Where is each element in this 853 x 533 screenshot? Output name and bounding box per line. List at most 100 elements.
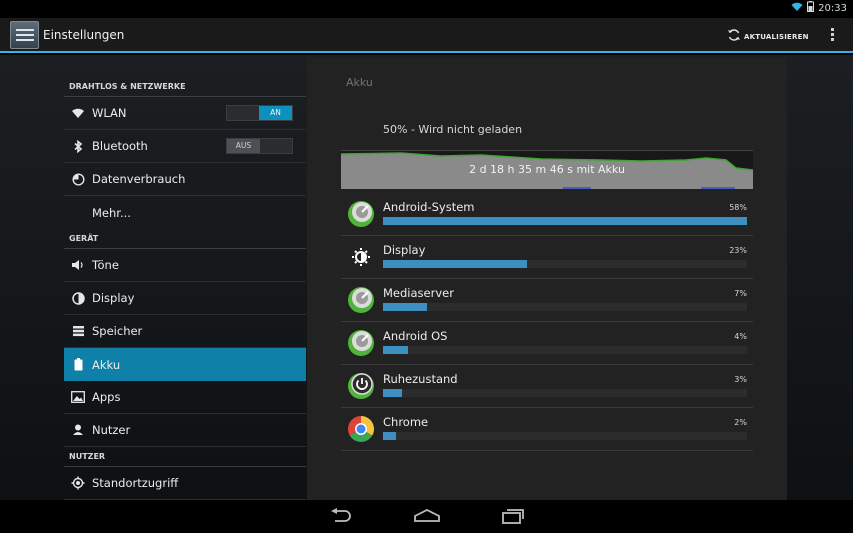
section-header-device: GERÄT (64, 227, 306, 249)
usage-bar-track (383, 346, 747, 354)
battery-history-graph[interactable]: 2 d 18 h 35 m 46 s mit Akku (341, 150, 753, 189)
usage-row-mediaserver[interactable]: Mediaserver 7% (341, 279, 753, 322)
usage-bar-track (383, 217, 747, 225)
nav-label-mehr: Mehr... (92, 205, 131, 220)
usage-name: Mediaserver (383, 286, 454, 300)
nav-item-display[interactable]: Display (64, 282, 306, 315)
nav-label-standortzugriff: Standortzugriff (92, 476, 179, 490)
usage-row-chrome[interactable]: Chrome 2% (341, 408, 753, 451)
brightness-icon (347, 243, 375, 271)
nav-item-nutzer[interactable]: Nutzer (64, 414, 306, 447)
usage-percent: 7% (734, 289, 747, 298)
nav-label-apps: Apps (92, 390, 121, 404)
usage-percent: 3% (734, 375, 747, 384)
usage-name: Android-System (383, 200, 475, 214)
wlan-toggle-state: AN (259, 106, 292, 120)
nav-item-datenverbrauch[interactable]: Datenverbrauch (64, 163, 306, 196)
usage-name: Display (383, 243, 426, 257)
refresh-button[interactable]: AKTUALISIEREN (727, 27, 809, 46)
back-icon (331, 508, 351, 522)
usage-bar-fill (383, 260, 528, 268)
usage-bar-track (383, 432, 747, 440)
usage-name: Chrome (383, 415, 429, 429)
clock: 20:33 (818, 2, 847, 14)
recent-apps-icon (502, 509, 524, 524)
power-icon (347, 372, 375, 400)
bluetooth-icon (64, 139, 92, 153)
brightness-icon (64, 291, 92, 305)
status-indicators: 20:33 (791, 1, 847, 15)
nav-label-speicher: Speicher (92, 324, 143, 338)
battery-status-icon (807, 1, 815, 15)
nav-label-nutzer: Nutzer (92, 423, 131, 437)
usage-name: Ruhezustand (383, 372, 458, 386)
usage-name: Android OS (383, 329, 448, 343)
chrome-icon (347, 415, 375, 443)
bluetooth-toggle[interactable]: AUS (226, 138, 293, 154)
settings-nav: DRAHTLOS & NETZWERKE WLAN AN Bluetooth A… (64, 55, 306, 500)
nav-label-bluetooth: Bluetooth (92, 139, 148, 153)
nav-label-display: Display (92, 291, 135, 305)
nav-item-bluetooth[interactable]: Bluetooth AUS (64, 130, 306, 163)
home-button[interactable] (414, 508, 440, 527)
action-bar: Einstellungen AKTUALISIEREN (0, 18, 853, 53)
detail-title: Akku (346, 76, 373, 89)
nav-label-akku: Akku (92, 357, 121, 372)
app-title: Einstellungen (43, 28, 125, 42)
sound-icon (64, 259, 92, 271)
charge-status: 50% - Wird nicht geladen (383, 123, 523, 136)
bluetooth-toggle-state: AUS (227, 139, 260, 153)
usage-bar-fill (383, 346, 409, 354)
section-header-user: NUTZER (64, 445, 306, 467)
storage-icon (64, 325, 92, 337)
usage-percent: 2% (734, 418, 747, 427)
graph-label: 2 d 18 h 35 m 46 s mit Akku (469, 163, 625, 176)
usage-bar-fill (383, 217, 747, 225)
nav-item-akku[interactable]: Akku (64, 348, 306, 381)
status-bar: 20:33 (0, 0, 853, 18)
nav-item-apps[interactable]: Apps (64, 381, 306, 414)
nav-item-standortzugriff[interactable]: Standortzugriff (64, 467, 306, 500)
nav-item-speicher[interactable]: Speicher (64, 315, 306, 348)
usage-bar-track (383, 303, 747, 311)
usage-bar-track (383, 389, 747, 397)
usage-percent: 58% (729, 203, 747, 212)
apps-icon (64, 391, 92, 403)
nav-item-wlan[interactable]: WLAN AN (64, 97, 306, 130)
battery-detail-pane: Akku 50% - Wird nicht geladen 2 d 18 h 3… (307, 57, 787, 500)
android-icon (347, 286, 375, 314)
nav-item-toene[interactable]: Töne (64, 249, 306, 282)
settings-app-icon[interactable] (10, 21, 39, 49)
system-nav-bar (0, 500, 853, 533)
usage-row-android-system[interactable]: Android-System 58% (341, 193, 753, 236)
usage-bar-fill (383, 432, 396, 440)
usage-row-android-os[interactable]: Android OS 4% (341, 322, 753, 365)
home-icon (414, 508, 440, 522)
user-icon (64, 424, 92, 436)
android-icon (347, 329, 375, 357)
usage-row-display[interactable]: Display 23% (341, 236, 753, 279)
nav-label-toene: Töne (92, 258, 119, 272)
back-button[interactable] (329, 508, 353, 528)
recent-apps-button[interactable] (501, 508, 525, 528)
location-icon (64, 476, 92, 490)
wifi-signal-icon (791, 2, 803, 15)
usage-percent: 23% (729, 246, 747, 255)
overflow-menu-icon[interactable] (826, 26, 838, 44)
section-header-wireless: DRAHTLOS & NETZWERKE (64, 75, 306, 97)
nav-label-datenverbrauch: Datenverbrauch (92, 172, 186, 186)
android-system-icon (347, 200, 375, 228)
nav-label-wlan: WLAN (92, 106, 127, 120)
usage-row-ruhezustand[interactable]: Ruhezustand 3% (341, 365, 753, 408)
refresh-label: AKTUALISIEREN (744, 32, 809, 41)
battery-icon (64, 358, 92, 371)
data-usage-icon (64, 172, 92, 186)
usage-percent: 4% (734, 332, 747, 341)
usage-bar-track (383, 260, 747, 268)
wifi-icon (64, 107, 92, 119)
usage-bar-fill (383, 389, 402, 397)
refresh-icon (727, 27, 741, 46)
content-area: DRAHTLOS & NETZWERKE WLAN AN Bluetooth A… (0, 55, 853, 500)
wlan-toggle[interactable]: AN (226, 105, 293, 121)
nav-item-mehr[interactable]: Mehr... (64, 196, 306, 229)
